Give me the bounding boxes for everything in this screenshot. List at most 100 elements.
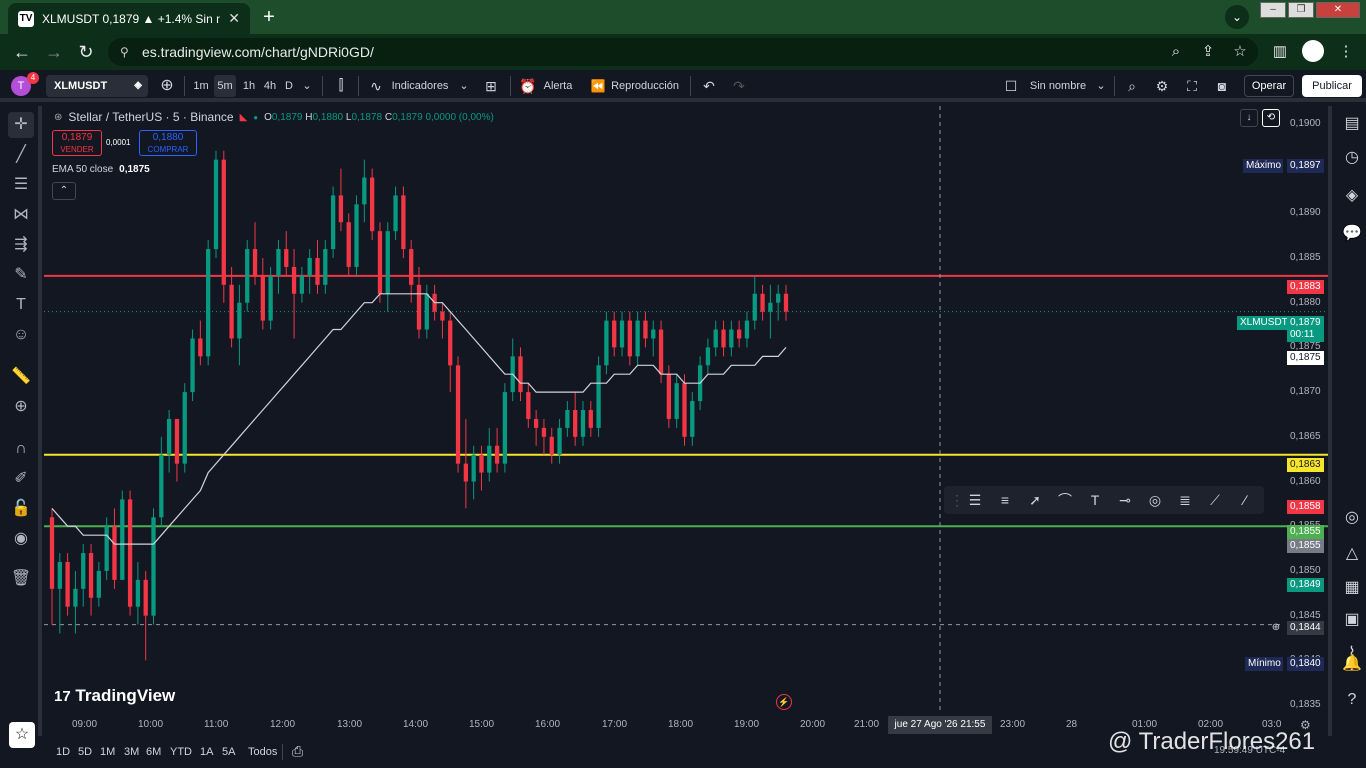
trend-line-icon[interactable]: ╱ <box>8 142 34 168</box>
publish-button[interactable]: Publicar <box>1302 75 1362 97</box>
collapse-legend-chevron-icon[interactable]: ⌃ <box>52 182 76 200</box>
alerts-clock-icon[interactable]: ◷ <box>1340 146 1364 170</box>
lock-icon[interactable]: 🔓 <box>8 496 34 522</box>
tab-search-chevron-icon[interactable]: ⌄ <box>1225 5 1249 29</box>
prediction-icon[interactable]: ⇶ <box>8 232 34 258</box>
help-icon[interactable]: ? <box>1340 688 1364 712</box>
range-1a[interactable]: 1A <box>200 746 213 758</box>
sell-button[interactable]: 0,1879 VENDER <box>52 130 102 156</box>
range-ytd[interactable]: YTD <box>170 746 192 758</box>
site-info-icon[interactable]: ⚲ <box>120 38 129 66</box>
scroll-down-arrow-icon[interactable]: ↓ <box>1240 109 1258 127</box>
crosshair-icon[interactable]: ✛ <box>8 112 34 138</box>
interval-1h[interactable]: 1h <box>238 75 260 97</box>
close-tab-icon[interactable]: ✕ <box>228 10 240 27</box>
new-tab-button[interactable]: + <box>256 6 282 28</box>
fib-retracement-icon[interactable]: ☰ <box>8 172 34 198</box>
indicators-button[interactable]: Indicadores <box>388 75 452 97</box>
trade-button[interactable]: Operar <box>1244 75 1294 97</box>
symbol-search[interactable]: XLMUSDT ◈ <box>46 75 148 97</box>
ideas-icon[interactable]: △ <box>1340 542 1364 566</box>
drag-handle-icon[interactable]: ⋮ <box>950 488 964 512</box>
camera-snapshot-icon[interactable]: ◙ <box>1212 75 1232 97</box>
auto-scale-icon[interactable]: ⟲ <box>1262 109 1280 127</box>
text-icon[interactable]: T <box>1080 488 1110 512</box>
forward-arrow-icon[interactable]: → <box>42 40 66 64</box>
ray-line-icon[interactable]: ⟋ <box>1200 488 1230 512</box>
maximize-button[interactable]: ❐ <box>1288 2 1314 18</box>
redo-icon[interactable]: ↷ <box>730 75 748 97</box>
tradingview-logo[interactable]: 17 TradingView <box>54 686 175 706</box>
zoom-in-icon[interactable]: ⊕ <box>8 394 34 420</box>
replay-icon[interactable]: ⏪ <box>588 75 608 97</box>
templates-grid-icon[interactable]: ⊞ <box>480 75 502 97</box>
undo-icon[interactable]: ↶ <box>700 75 718 97</box>
range-6m[interactable]: 6M <box>146 746 161 758</box>
calendar-icon[interactable]: ▦ <box>1340 576 1364 600</box>
browser-menu-icon[interactable]: ⋮ <box>1336 42 1356 62</box>
buy-button[interactable]: 0,1880 COMPRAR <box>139 130 197 156</box>
user-avatar[interactable]: T 4 <box>11 72 39 96</box>
quick-search-icon[interactable]: ⌕ <box>1122 75 1142 97</box>
circle-target-icon[interactable]: ◎ <box>1140 488 1170 512</box>
interval-dropdown-chevron-icon[interactable]: ⌄ <box>298 75 316 97</box>
candle-type-icon[interactable]: ⫿ <box>330 75 352 97</box>
pattern-icon[interactable]: ⋈ <box>8 202 34 228</box>
interval-d[interactable]: D <box>282 75 296 97</box>
range-todos[interactable]: Todos <box>248 746 277 758</box>
watchlist-icon[interactable]: ▤ <box>1340 112 1364 136</box>
alert-button[interactable]: Alerta <box>540 75 576 97</box>
compare-symbol-plus-icon[interactable]: ⊕ <box>158 75 176 97</box>
brush-icon[interactable]: ✎ <box>8 262 34 288</box>
horizontal-lines-icon[interactable]: ☰ <box>960 488 990 512</box>
favorites-star-icon[interactable]: ☆ <box>9 722 35 748</box>
parallel-channel-icon[interactable]: ≡ <box>990 488 1020 512</box>
layout-name-button[interactable]: Sin nombre <box>1026 75 1090 97</box>
lines-stack-icon[interactable]: ≣ <box>1170 488 1200 512</box>
add-alert-plus-icon[interactable]: ⊕ <box>1268 621 1284 635</box>
minimize-button[interactable]: – <box>1260 2 1286 18</box>
range-5d[interactable]: 5D <box>78 746 92 758</box>
layout-chevron-icon[interactable]: ⌄ <box>1094 75 1108 97</box>
notifications-bell-icon[interactable]: 🔔 <box>1340 652 1364 676</box>
share-icon[interactable]: ⇪ <box>1198 42 1218 62</box>
chat-icon[interactable]: 💬 <box>1340 222 1364 246</box>
trash-icon[interactable]: 🗑 <box>8 566 34 592</box>
replay-button[interactable]: Reproducción <box>608 75 682 97</box>
range-5a[interactable]: 5A <box>222 746 235 758</box>
layout-checkbox-icon[interactable]: ☐ <box>1002 75 1020 97</box>
brush-tool-icon[interactable]: ⌒ <box>1050 488 1080 512</box>
stay-in-drawing-mode-icon[interactable]: ✐ <box>8 466 34 492</box>
indicators-icon[interactable]: ∿ <box>366 75 386 97</box>
close-window-button[interactable]: ✕ <box>1316 2 1360 18</box>
ema-indicator-legend[interactable]: EMA 50 close 0,1875 <box>52 164 150 175</box>
settings-gear-icon[interactable]: ⚙ <box>1152 75 1172 97</box>
bookmark-star-icon[interactable]: ☆ <box>1230 42 1250 62</box>
horizontal-ray-icon[interactable]: ⊸ <box>1110 488 1140 512</box>
magnet-icon[interactable]: ∩ <box>8 436 34 462</box>
back-arrow-icon[interactable]: ← <box>10 40 34 64</box>
emoji-icon[interactable]: ☺ <box>8 322 34 348</box>
eye-icon[interactable]: ◉ <box>8 526 34 552</box>
side-panel-icon[interactable]: ▥ <box>1270 42 1290 62</box>
interval-4h[interactable]: 4h <box>260 75 280 97</box>
object-tree-icon[interactable]: ◈ <box>1340 184 1364 208</box>
news-icon[interactable]: ▣ <box>1340 608 1364 632</box>
alarm-clock-icon[interactable]: ⏰ <box>518 75 538 97</box>
range-1d[interactable]: 1D <box>56 746 70 758</box>
flash-lightning-icon[interactable]: ⚡ <box>776 694 792 710</box>
zoom-icon[interactable]: ⌕ <box>1166 42 1186 62</box>
range-3m[interactable]: 3M <box>124 746 139 758</box>
interval-5m[interactable]: 5m <box>214 75 236 97</box>
target-icon[interactable]: ◎ <box>1340 506 1364 530</box>
url-field[interactable]: ⚲ es.tradingview.com/chart/gNDRi0GD/ <box>108 38 1258 66</box>
symbol-title[interactable]: Stellar / TetherUS · 5 · Binance <box>68 110 233 124</box>
fullscreen-icon[interactable]: ⛶ <box>1182 75 1202 97</box>
chart-pane[interactable] <box>44 106 1328 736</box>
range-1m[interactable]: 1M <box>100 746 115 758</box>
indicators-chevron-icon[interactable]: ⌄ <box>456 75 472 97</box>
line-icon[interactable]: ∕ <box>1230 488 1260 512</box>
arrow-icon[interactable]: ➚ <box>1020 488 1050 512</box>
interval-1m[interactable]: 1m <box>190 75 212 97</box>
text-tool-icon[interactable]: T <box>8 292 34 318</box>
